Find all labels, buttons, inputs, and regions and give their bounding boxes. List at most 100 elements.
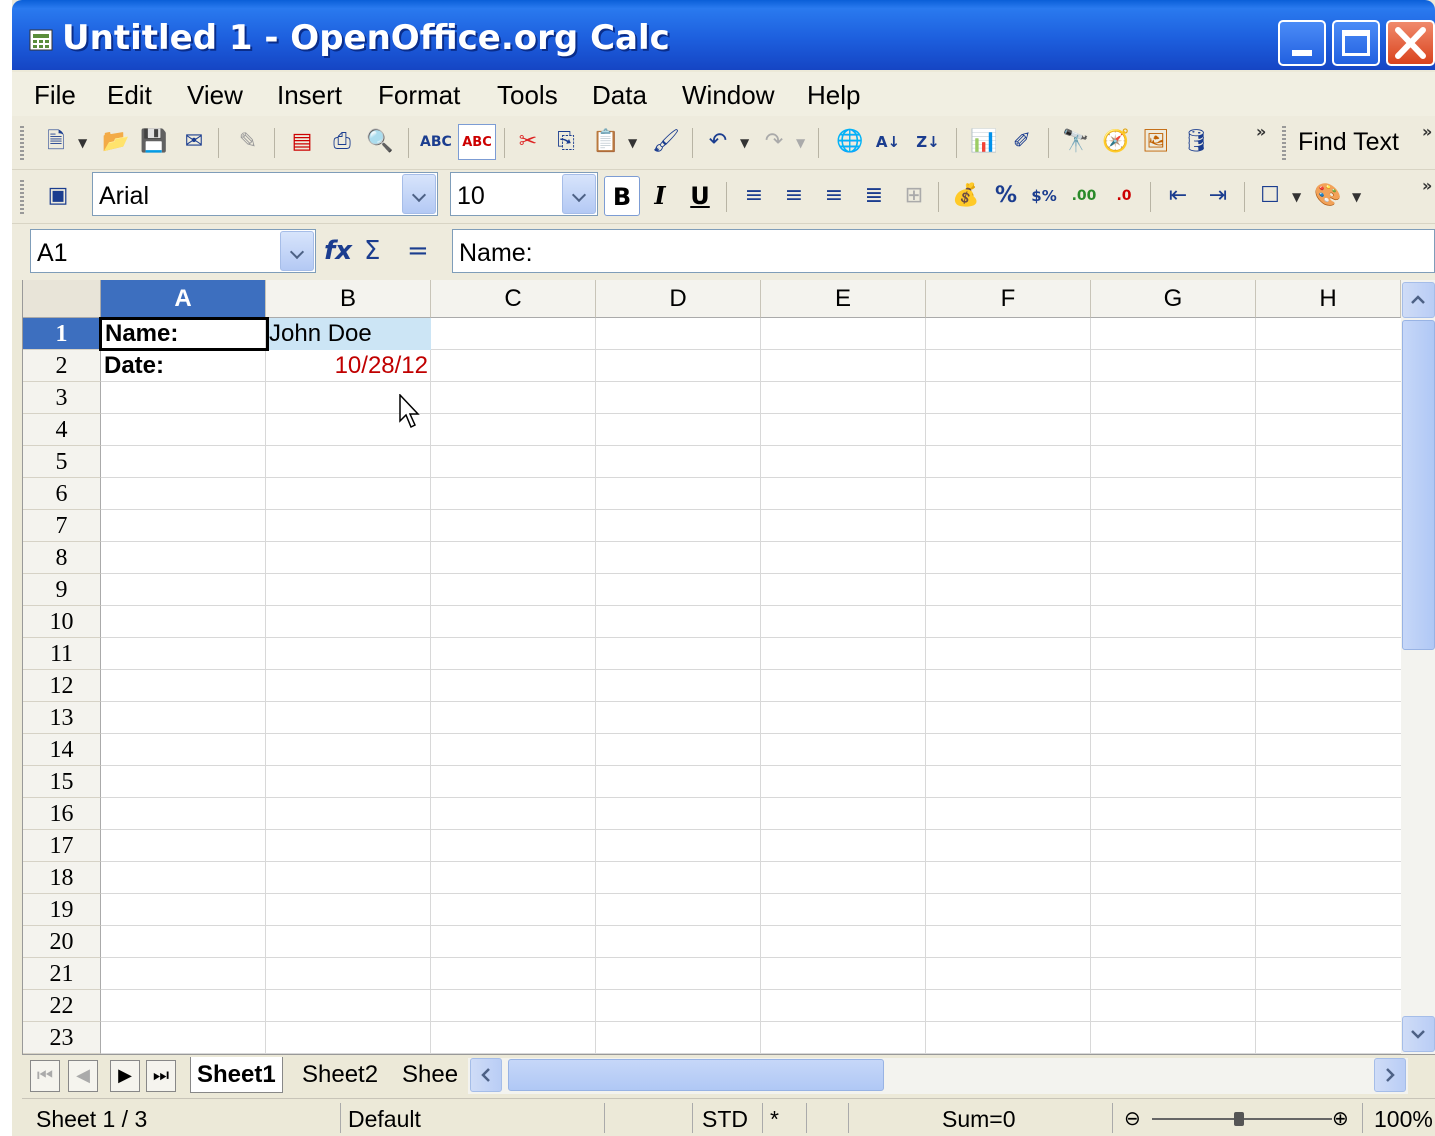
row-header-22[interactable]: 22	[23, 990, 101, 1022]
menu-data[interactable]: Data	[592, 80, 647, 111]
row-header-7[interactable]: 7	[23, 510, 101, 542]
selection-mode[interactable]: STD	[702, 1106, 748, 1133]
undo-dropdown-icon[interactable]: ▼	[740, 136, 749, 150]
row-header-3[interactable]: 3	[23, 382, 101, 414]
delete-decimal-icon[interactable]: .0	[1110, 182, 1138, 210]
row-header-17[interactable]: 17	[23, 830, 101, 862]
align-center-icon[interactable]: ≡	[780, 182, 808, 210]
background-color-icon[interactable]: 🎨	[1314, 182, 1342, 210]
column-header-e[interactable]: E	[761, 280, 926, 318]
font-size-combo[interactable]: 10	[450, 172, 598, 216]
draw-functions-icon[interactable]: ✐	[1008, 128, 1036, 156]
align-left-icon[interactable]: ≡	[740, 182, 768, 210]
row-header-10[interactable]: 10	[23, 606, 101, 638]
vertical-scrollbar[interactable]	[1401, 280, 1435, 1054]
row-header-1[interactable]: 1	[23, 318, 101, 350]
toolbar-overflow-icon[interactable]: »	[1256, 122, 1266, 141]
row-header-4[interactable]: 4	[23, 414, 101, 446]
row-header-9[interactable]: 9	[23, 574, 101, 606]
gallery-icon[interactable]: 🖼	[1142, 128, 1170, 156]
row-header-2[interactable]: 2	[23, 350, 101, 382]
toolbar-grip[interactable]	[20, 126, 24, 160]
increase-indent-icon[interactable]: ⇥	[1204, 182, 1232, 210]
zoom-level[interactable]: 100%	[1374, 1106, 1433, 1133]
sheet-tab-2[interactable]: Sheet2	[296, 1057, 384, 1093]
cell-a2[interactable]: Date:	[101, 350, 266, 382]
row-header-6[interactable]: 6	[23, 478, 101, 510]
hyperlink-icon[interactable]: 🌐	[836, 128, 864, 156]
column-header-f[interactable]: F	[926, 280, 1091, 318]
cut-icon[interactable]: ✂	[514, 128, 542, 156]
cell-a1[interactable]: Name:	[99, 317, 269, 351]
row-header-16[interactable]: 16	[23, 798, 101, 830]
horizontal-scroll-thumb[interactable]	[508, 1059, 884, 1091]
menu-edit[interactable]: Edit	[107, 80, 152, 111]
open-icon[interactable]: 📂	[102, 128, 130, 156]
menu-file[interactable]: File	[34, 80, 76, 111]
scroll-down-button[interactable]	[1402, 1016, 1435, 1052]
borders-dropdown-icon[interactable]: ▼	[1292, 190, 1301, 204]
print-icon[interactable]: ⎙	[328, 128, 356, 156]
menu-window[interactable]: Window	[682, 80, 774, 111]
previous-sheet-button[interactable]: ◀	[68, 1060, 98, 1092]
autospellcheck-icon[interactable]: ABC	[458, 124, 496, 160]
underline-button[interactable]: U	[682, 176, 718, 216]
select-all-corner[interactable]	[23, 280, 101, 318]
cell-b2[interactable]: 10/28/12	[266, 350, 431, 382]
function-icon[interactable]: =	[407, 236, 429, 266]
undo-icon[interactable]: ↶	[704, 128, 732, 156]
paste-icon[interactable]: 📋	[592, 128, 620, 156]
borders-icon[interactable]: ☐	[1256, 182, 1284, 210]
redo-icon[interactable]: ↷	[760, 128, 788, 156]
navigator-icon[interactable]: 🧭	[1102, 128, 1130, 156]
next-sheet-button[interactable]: ▶	[110, 1060, 140, 1092]
sheet-tab-1[interactable]: Sheet1	[190, 1057, 283, 1093]
edit-file-icon[interactable]: ✎	[234, 128, 262, 156]
row-header-11[interactable]: 11	[23, 638, 101, 670]
name-box[interactable]: A1	[30, 229, 316, 273]
save-icon[interactable]: 💾	[140, 128, 168, 156]
styles-icon[interactable]: ▣	[44, 182, 72, 210]
copy-icon[interactable]: ⎘	[552, 128, 580, 156]
italic-button[interactable]: I	[642, 176, 678, 216]
column-header-g[interactable]: G	[1091, 280, 1256, 318]
email-icon[interactable]: ✉	[180, 128, 208, 156]
row-header-19[interactable]: 19	[23, 894, 101, 926]
redo-dropdown-icon[interactable]: ▼	[796, 136, 805, 150]
format-paintbrush-icon[interactable]: 🖌	[652, 128, 680, 156]
find-text-field[interactable]: Find Text	[1298, 128, 1399, 157]
vertical-scroll-thumb[interactable]	[1402, 320, 1435, 650]
menu-tools[interactable]: Tools	[497, 80, 558, 111]
row-header-23[interactable]: 23	[23, 1022, 101, 1054]
name-box-dropdown-icon[interactable]	[280, 231, 314, 271]
font-name-combo[interactable]: Arial	[92, 172, 438, 216]
zoom-slider-handle[interactable]	[1234, 1112, 1244, 1126]
new-dropdown-icon[interactable]: ▼	[78, 136, 87, 150]
chart-icon[interactable]: 📊	[970, 128, 998, 156]
standard-format-icon[interactable]: $%	[1030, 182, 1058, 210]
find-toolbar-overflow-icon[interactable]: »	[1422, 122, 1432, 141]
last-sheet-button[interactable]: ⏭	[146, 1060, 176, 1092]
toolbar-grip[interactable]	[20, 180, 24, 214]
row-header-5[interactable]: 5	[23, 446, 101, 478]
title-bar[interactable]: Untitled 1 - OpenOffice.org Calc	[12, 0, 1435, 70]
sum-icon[interactable]: Σ	[364, 236, 380, 266]
menu-help[interactable]: Help	[807, 80, 860, 111]
row-header-13[interactable]: 13	[23, 702, 101, 734]
first-sheet-button[interactable]: ⏮	[30, 1060, 60, 1092]
formula-input[interactable]: Name:	[452, 229, 1435, 273]
minimize-button[interactable]	[1278, 20, 1326, 66]
close-button[interactable]	[1386, 20, 1435, 66]
horizontal-scrollbar[interactable]	[468, 1058, 1408, 1094]
row-header-20[interactable]: 20	[23, 926, 101, 958]
sum-display[interactable]: Sum=0	[942, 1106, 1016, 1133]
export-pdf-icon[interactable]: ▤	[288, 128, 316, 156]
justify-icon[interactable]: ≣	[860, 182, 888, 210]
sort-descending-icon[interactable]: Z↓	[914, 128, 942, 156]
merge-cells-icon[interactable]: ⊞	[900, 182, 928, 210]
column-header-c[interactable]: C	[431, 280, 596, 318]
menu-view[interactable]: View	[187, 80, 243, 111]
align-right-icon[interactable]: ≡	[820, 182, 848, 210]
column-header-b[interactable]: B	[266, 280, 431, 318]
row-header-21[interactable]: 21	[23, 958, 101, 990]
